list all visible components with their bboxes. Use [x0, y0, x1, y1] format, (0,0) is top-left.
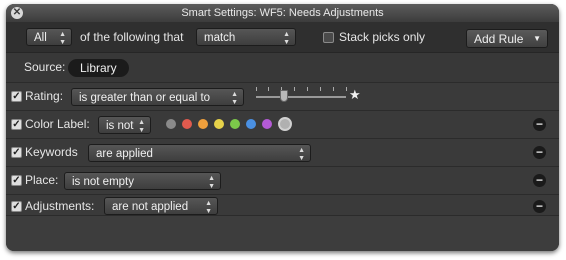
- adjustments-checkbox[interactable]: ✓: [11, 201, 22, 212]
- adjustments-operator-value: are not applied: [112, 201, 189, 213]
- color-label-operator-popup[interactable]: is not ▲ ▼: [98, 116, 151, 134]
- color-swatch[interactable]: [262, 119, 272, 129]
- match-toolbar: All ▲ ▼ of the following that match ▲ ▼ St…: [6, 22, 559, 52]
- add-rule-label: Add Rule: [474, 32, 524, 46]
- dropdown-triangle-icon: ▼: [533, 34, 541, 43]
- smart-settings-window: ✕ Smart Settings: WF5: Needs Adjustments…: [6, 4, 559, 251]
- slider-tick: [256, 87, 257, 91]
- rating-operator-popup[interactable]: is greater than or equal to ▲ ▼: [71, 88, 244, 106]
- add-rule-button[interactable]: Add Rule ▼: [466, 29, 548, 48]
- color-swatch[interactable]: [198, 119, 208, 129]
- match-scope-value: All: [34, 32, 47, 44]
- color-swatch[interactable]: [166, 119, 176, 129]
- of-following-label: of the following that: [80, 30, 184, 44]
- rating-operator-value: is greater than or equal to: [79, 92, 211, 104]
- title-bar: ✕ Smart Settings: WF5: Needs Adjustments: [6, 4, 559, 22]
- color-swatch[interactable]: [246, 119, 256, 129]
- rule-rating: ✓ Rating: is greater than or equal to ▲ ▼…: [6, 82, 559, 110]
- color-swatch[interactable]: [182, 119, 192, 129]
- rating-checkbox[interactable]: ✓: [11, 91, 22, 102]
- window-title: Smart Settings: WF5: Needs Adjustments: [181, 7, 384, 19]
- slider-tick: [294, 87, 295, 91]
- match-mode-value: match: [204, 32, 236, 44]
- keywords-label: Keywords: [25, 145, 78, 159]
- updown-arrows-icon: ▲ ▼: [283, 31, 290, 46]
- place-operator-popup[interactable]: is not empty ▲ ▼: [64, 172, 221, 190]
- source-label: Source:: [24, 60, 66, 74]
- rule-adjustments: ✓ Adjustments: are not applied ▲ ▼ −: [6, 194, 559, 216]
- color-swatch[interactable]: [230, 119, 240, 129]
- color-label-label: Color Label:: [25, 117, 90, 131]
- close-icon[interactable]: ✕: [11, 7, 23, 19]
- rating-label: Rating:: [25, 89, 64, 103]
- keywords-operator-value: are applied: [96, 148, 153, 160]
- match-mode-popup[interactable]: match ▲ ▼: [196, 28, 296, 46]
- place-operator-value: is not empty: [72, 176, 134, 188]
- stack-picks-checkbox[interactable]: [323, 32, 334, 43]
- remove-rule-minus-icon[interactable]: −: [533, 118, 546, 131]
- rule-keywords: ✓ Keywords are applied ▲ ▼ −: [6, 138, 559, 166]
- slider-tick: [268, 87, 269, 91]
- remove-rule-minus-icon[interactable]: −: [533, 174, 546, 187]
- place-checkbox[interactable]: ✓: [11, 175, 22, 186]
- rating-slider-thumb[interactable]: [280, 90, 288, 102]
- color-label-operator-value: is not: [106, 120, 134, 132]
- slider-tick: [333, 87, 334, 91]
- rating-slider-track[interactable]: [256, 96, 346, 98]
- adjustments-operator-popup[interactable]: are not applied ▲ ▼: [104, 197, 218, 215]
- updown-arrows-icon: ▲ ▼: [138, 119, 145, 134]
- remove-rule-minus-icon[interactable]: −: [533, 146, 546, 159]
- updown-arrows-icon: ▲ ▼: [205, 200, 212, 215]
- rule-color-label: ✓ Color Label: is not ▲ ▼ −: [6, 110, 559, 138]
- color-swatch[interactable]: [278, 117, 292, 131]
- slider-tick: [320, 87, 321, 91]
- source-value: Library: [80, 61, 117, 75]
- color-swatch[interactable]: [214, 119, 224, 129]
- empty-rules-area: [6, 215, 559, 251]
- adjustments-label: Adjustments:: [25, 199, 95, 213]
- color-label-checkbox[interactable]: ✓: [11, 119, 22, 130]
- slider-tick: [307, 87, 308, 91]
- source-row: Source: Library: [6, 52, 559, 83]
- slider-tick: [346, 87, 347, 91]
- keywords-checkbox[interactable]: ✓: [11, 147, 22, 158]
- keywords-operator-popup[interactable]: are applied ▲ ▼: [88, 144, 311, 162]
- updown-arrows-icon: ▲ ▼: [298, 147, 305, 162]
- match-scope-popup[interactable]: All ▲ ▼: [26, 28, 72, 46]
- updown-arrows-icon: ▲ ▼: [59, 31, 66, 46]
- updown-arrows-icon: ▲ ▼: [231, 91, 238, 106]
- place-label: Place:: [25, 173, 59, 187]
- stack-picks-label: Stack picks only: [339, 30, 426, 44]
- star-icon: ★: [349, 87, 361, 102]
- remove-rule-minus-icon[interactable]: −: [533, 200, 546, 213]
- updown-arrows-icon: ▲ ▼: [208, 175, 215, 190]
- source-library-button[interactable]: Library: [68, 59, 129, 77]
- rule-place: ✓ Place: is not empty ▲ ▼ −: [6, 166, 559, 194]
